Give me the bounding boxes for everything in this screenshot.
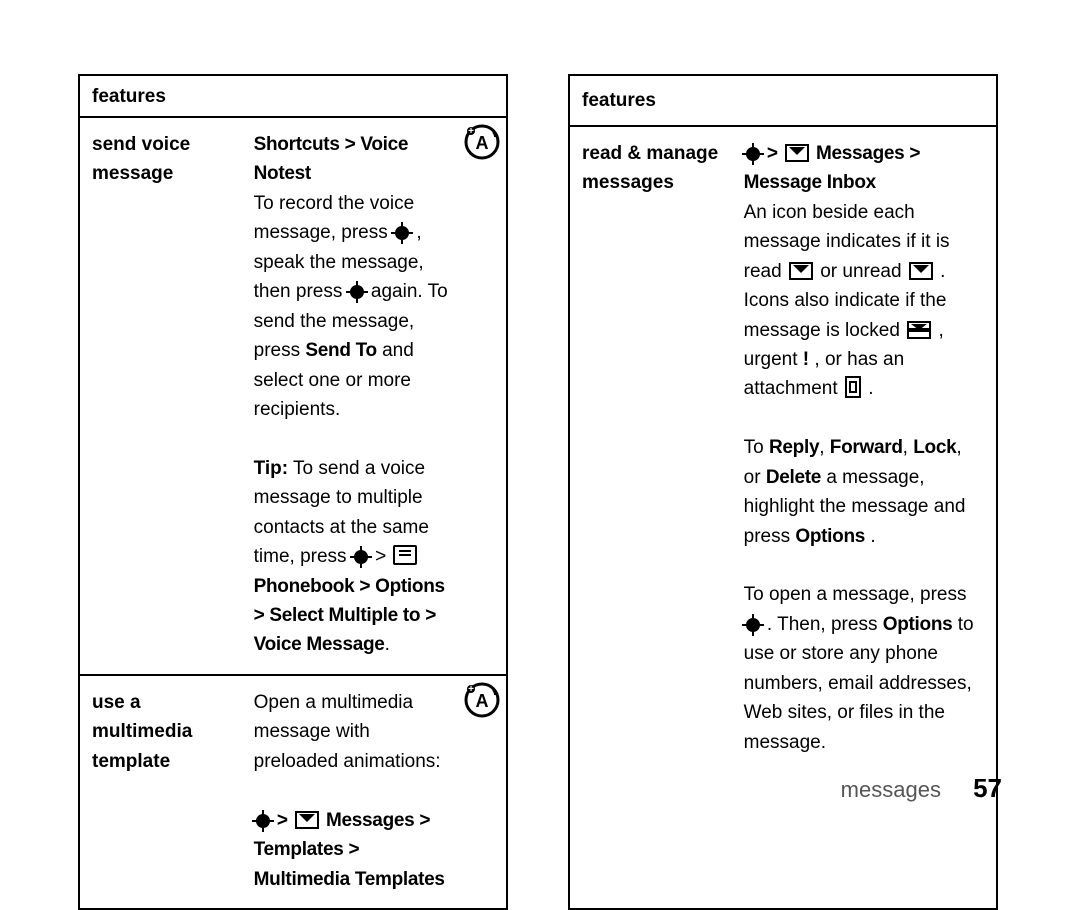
ui-label: Reply [769,437,819,458]
body-text: . [868,378,873,399]
table-row: use a multimedia template A+ Open a mult… [79,675,507,909]
table-header: features [569,75,997,126]
center-key-icon [746,618,760,632]
svg-text:A: A [476,691,489,711]
ui-label: Send To [305,340,376,361]
body-text: . Then, press [767,614,883,635]
svg-text:+: + [468,684,474,695]
nav-path: Shortcuts > Voice Notest [254,134,409,184]
feature-label: use a multimedia template [79,675,242,909]
center-key-icon [746,147,760,161]
svg-text:+: + [468,126,474,137]
body-text: , [819,437,830,458]
body-text: Open a multimedia message with preloaded… [254,692,441,772]
envelope-locked-icon [907,321,931,339]
svg-text:A: A [476,133,489,153]
center-key-icon [350,285,364,299]
nav-path: > [277,810,293,831]
page-number: 57 [973,773,1002,803]
urgent-icon: ! [803,349,809,370]
body-text: , [903,437,914,458]
nav-path: Phonebook > Options > Select Multiple to… [254,576,445,656]
body-text: To record the voice message, press [254,193,415,243]
nav-path: > [767,143,783,164]
ui-label: Delete [766,467,821,488]
envelope-open-icon [789,262,813,280]
center-key-icon [256,814,270,828]
feature-body: A+ Open a multimedia message with preloa… [242,675,507,909]
feature-body: A+ Shortcuts > Voice Notest To record th… [242,117,507,675]
tip-label: Tip: [254,458,288,479]
manual-page: features send voice message A+ Shortcuts… [0,0,1080,834]
period: . [385,634,390,655]
envelope-icon [785,144,809,162]
attachment-icon [845,376,861,398]
ui-label: Forward [830,437,903,458]
ui-label: Options [795,526,865,547]
ota-badge-icon: A+ [464,682,500,718]
body-text: . [870,526,875,547]
envelope-icon [909,262,933,280]
features-table-left: features send voice message A+ Shortcuts… [78,74,508,910]
body-text: > [375,546,391,567]
phonebook-icon [393,545,417,565]
body-text: To [744,437,769,458]
ota-badge-icon: A+ [464,124,500,160]
center-key-icon [395,226,409,240]
envelope-icon [295,811,319,829]
ui-label: Lock [913,437,956,458]
table-header: features [79,75,507,117]
body-text: To open a message, press [744,584,967,605]
page-footer: messages 57 [841,773,1002,804]
center-key-icon [354,550,368,564]
feature-label: read & manage messages [569,126,732,909]
section-name: messages [841,777,941,802]
table-row: send voice message A+ Shortcuts > Voice … [79,117,507,675]
feature-label: send voice message [79,117,242,675]
ui-label: Options [883,614,953,635]
body-text: or unread [820,261,907,282]
